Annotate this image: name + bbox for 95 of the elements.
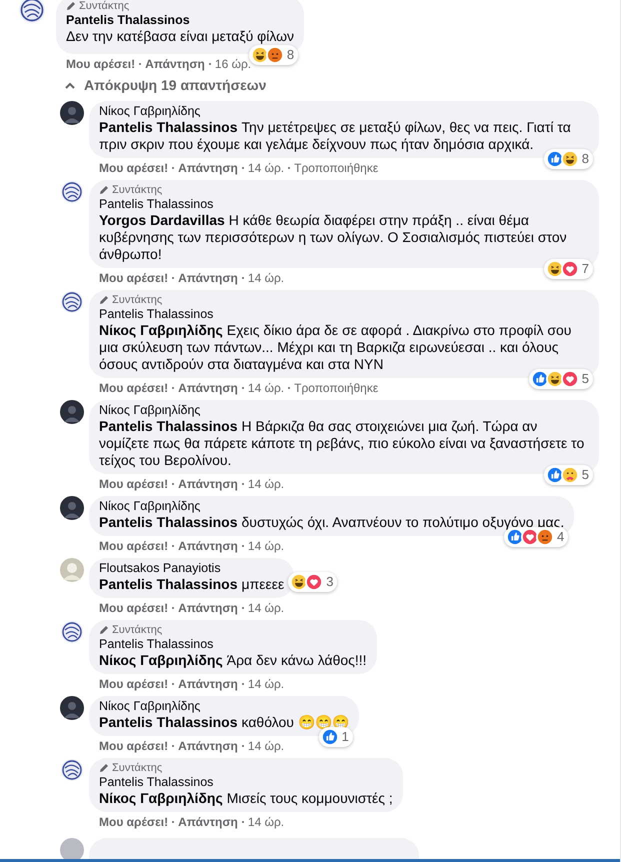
reply-link[interactable]: Απάντηση [178,379,238,397]
reply-link[interactable]: Απάντηση [178,269,238,287]
timestamp[interactable]: 14 ώρ. [248,599,284,617]
commenter-name[interactable]: Floutsakos Panayiotis [99,561,284,576]
laughing-face-icon [562,151,578,167]
commenter-name[interactable]: Pantelis Thalassinos [99,197,589,212]
angry-face-icon [266,47,283,63]
angry-face-icon [537,529,554,545]
reply-link[interactable]: Απάντηση [178,599,238,617]
timestamp[interactable]: 14 ώρ. [248,675,284,693]
mention-link[interactable]: Pantelis Thalassinos [99,514,238,530]
timestamp[interactable]: 14 ώρ. [248,475,284,493]
like-icon [507,529,524,545]
reply-link[interactable]: Απάντηση [178,813,238,831]
pencil-icon [99,763,109,773]
pencil-icon [99,625,109,635]
author-label: Συντάκτης [112,293,162,307]
timestamp[interactable]: 16 ώρ. [214,55,252,73]
laughing-face-icon [546,261,563,277]
commenter-name[interactable]: Νίκος Γαβριηλίδης [99,699,349,714]
commenter-name[interactable]: Pantelis Thalassinos [99,775,393,790]
author-label: Συντάκτης [112,623,162,637]
mention-link[interactable]: Pantelis Thalassinos [99,418,238,434]
avatar-icon [60,620,84,644]
like-icon [546,467,563,483]
timestamp[interactable]: 14 ώρ. [248,737,284,755]
reaction-count[interactable]: 8 [248,45,298,65]
author-label: Συντάκτης [79,0,130,13]
like-icon [546,151,563,167]
edited-label: Τροποποιήθηκε [294,380,378,397]
like-link[interactable]: Μου αρέσει! [99,159,168,177]
reply-link[interactable]: Απάντηση [178,537,238,555]
mention-link[interactable]: Pantelis Thalassinos [99,119,238,135]
author-label: Συντάκτης [112,183,162,197]
timestamp[interactable]: 14 ώρ. [248,537,284,555]
avatar-icon [18,0,46,24]
hugging-face-icon [562,467,578,483]
avatar-icon [60,696,84,720]
like-link[interactable]: Μου αρέσει! [99,675,168,693]
comment-text: Νίκος Γαβριηλίδης Μισείς τους κομμουνιστές ; [99,790,393,807]
reaction-count[interactable]: 5 [528,369,593,389]
reply-link[interactable]: Απάντηση [178,475,238,493]
reaction-count[interactable]: 8 [544,149,593,169]
laughing-face-icon [291,574,308,590]
like-link[interactable]: Μου αρέσει! [66,55,136,73]
like-link[interactable]: Μου αρέσει! [99,379,168,397]
commenter-name[interactable]: Νίκος Γαβριηλίδης [99,499,564,514]
reaction-count[interactable]: 5 [544,465,593,485]
like-link[interactable]: Μου αρέσει! [99,737,168,755]
pencil-icon [99,295,109,305]
hide-replies-link[interactable]: Απόκρυψη 19 απαντήσεων [64,75,266,96]
like-link[interactable]: Μου αρέσει! [99,599,168,617]
laughing-face-icon [252,47,268,63]
mention-link[interactable]: Νίκος Γαβριηλίδης [99,790,223,806]
like-link[interactable]: Μου αρέσει! [99,537,168,555]
avatar-icon [60,290,84,314]
reply-link[interactable]: Απάντηση [178,737,238,755]
like-link[interactable]: Μου αρέσει! [99,813,168,831]
edited-label: Τροποποιήθηκε [294,160,378,177]
laughing-face-icon [546,371,563,387]
mention-link[interactable]: Yorgos Dardavillas [99,212,225,228]
comment-text: Νίκος Γαβριηλίδης Άρα δεν κάνω λάθος!!! [99,652,367,669]
timestamp[interactable]: 14 ώρ. [248,159,284,177]
mention-link[interactable]: Pantelis Thalassinos [99,576,238,592]
reply-link[interactable]: Απάντηση [145,55,205,73]
reply-link[interactable]: Απάντηση [178,675,238,693]
mention-link[interactable]: Νίκος Γαβριηλίδης [99,322,223,338]
pencil-icon [66,1,76,11]
timestamp[interactable]: 14 ώρ. [248,269,284,287]
avatar-icon [60,400,84,424]
reply-link[interactable]: Απάντηση [178,159,238,177]
commenter-name[interactable]: Pantelis Thalassinos [99,637,367,652]
author-label: Συντάκτης [112,761,162,775]
commenter-name[interactable]: Pantelis Thalassinos [66,13,294,28]
reaction-count[interactable]: 7 [544,259,593,279]
commenter-name[interactable]: Νίκος Γαβριηλίδης [99,104,589,119]
like-icon [532,371,548,387]
avatar-icon [60,758,84,782]
like-link[interactable]: Μου αρέσει! [99,475,168,493]
mention-link[interactable]: Νίκος Γαβριηλίδης [99,652,223,668]
comment-text: Pantelis Thalassinos μπεεεε [99,576,284,593]
avatar-icon [60,101,84,125]
commenter-name[interactable]: Νίκος Γαβριηλίδης [99,403,589,418]
avatar-icon [60,558,84,582]
pencil-icon [99,185,109,195]
timestamp[interactable]: 14 ώρ. [248,379,284,397]
avatar-icon [60,496,84,520]
like-link[interactable]: Μου αρέσει! [99,269,168,287]
timestamp[interactable]: 14 ώρ. [248,813,284,831]
avatar-icon [60,180,84,204]
comment-text: Δεν την κατέβασα είναι μεταξύ φίλων [66,28,294,45]
like-icon [322,729,338,745]
commenter-name[interactable]: Pantelis Thalassinos [99,307,589,322]
mention-link[interactable]: Pantelis Thalassinos [99,714,238,730]
reaction-count[interactable]: 3 [288,572,338,592]
